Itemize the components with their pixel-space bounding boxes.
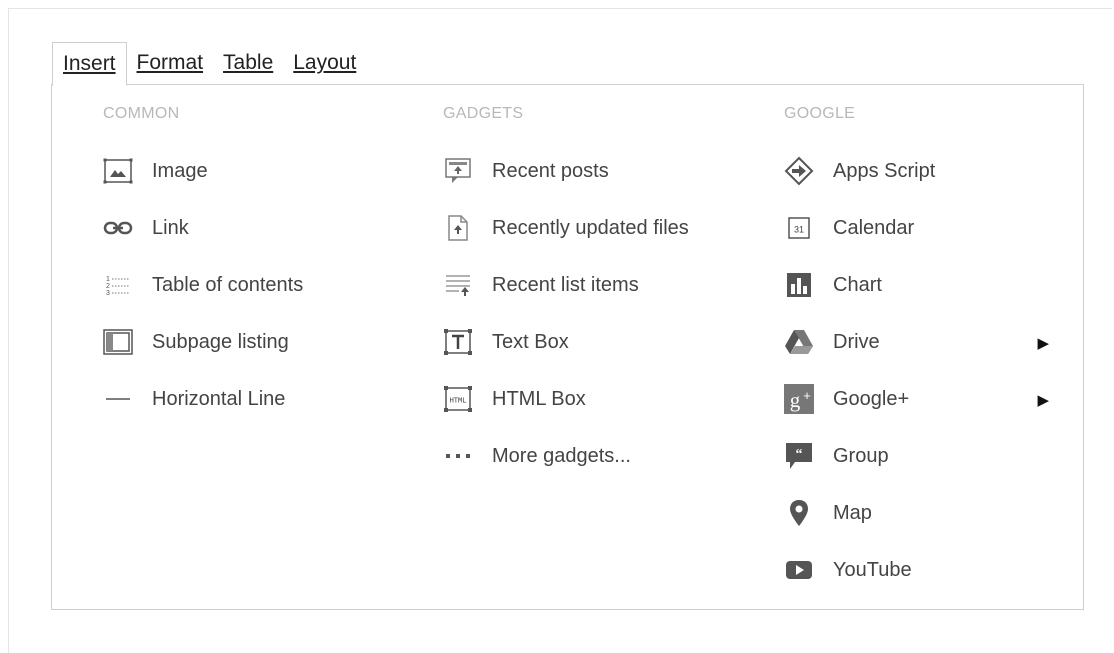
svg-text:+: + — [803, 388, 811, 403]
svg-text:g: g — [790, 388, 801, 412]
chart-icon — [783, 269, 815, 301]
drive-icon — [783, 326, 815, 358]
calendar-icon: 31 — [783, 212, 815, 244]
insert-recent-posts[interactable]: Recent posts — [442, 151, 609, 191]
insert-drive[interactable]: Drive ▶ — [783, 322, 1073, 362]
svg-text:“: “ — [796, 447, 803, 462]
horizontal-line-icon — [102, 383, 134, 415]
insert-table-of-contents[interactable]: 123 Table of contents — [102, 265, 303, 305]
menu-table[interactable]: Table — [213, 42, 283, 84]
menu-insert[interactable]: Insert — [52, 42, 127, 86]
svg-text:HTML: HTML — [450, 397, 467, 405]
calendar-day-number: 31 — [794, 225, 804, 235]
recent-posts-icon — [442, 155, 474, 187]
triangle-right-icon: ▶ — [1037, 335, 1049, 352]
insert-recent-list-items[interactable]: Recent list items — [442, 265, 639, 305]
insert-calendar[interactable]: 31 Calendar — [783, 208, 914, 248]
insert-youtube[interactable]: YouTube — [783, 550, 912, 590]
svg-text:2: 2 — [106, 283, 110, 290]
insert-recently-updated-files[interactable]: Recently updated files — [442, 208, 689, 248]
more-gadgets[interactable]: More gadgets... — [442, 436, 631, 476]
subpage-listing-icon — [102, 326, 134, 358]
menu-bar: Insert Format Table Layout — [52, 42, 366, 86]
html-box-icon: HTML — [442, 383, 474, 415]
insert-html-box[interactable]: HTML HTML Box — [442, 379, 586, 419]
insert-horizontal-line[interactable]: Horizontal Line — [102, 379, 285, 419]
apps-script-icon — [783, 155, 815, 187]
insert-subpage-listing[interactable]: Subpage listing — [102, 322, 289, 362]
insert-map[interactable]: Map — [783, 493, 872, 533]
menu-format[interactable]: Format — [127, 42, 214, 84]
insert-dropdown-panel: COMMON Image Link 123 Table of contents … — [51, 84, 1084, 610]
gadgets-heading: GADGETS — [443, 105, 524, 122]
insert-text-box[interactable]: Text Box — [442, 322, 569, 362]
svg-text:1: 1 — [106, 276, 110, 283]
insert-google-plus[interactable]: g + Google+ ▶ — [783, 379, 1073, 419]
triangle-right-icon: ▶ — [1037, 392, 1049, 409]
insert-image[interactable]: Image — [102, 151, 208, 191]
more-gadgets-icon — [442, 440, 474, 472]
recently-updated-files-icon — [442, 212, 474, 244]
group-icon: “ — [783, 440, 815, 472]
map-pin-icon — [783, 497, 815, 529]
link-icon — [102, 212, 134, 244]
insert-chart[interactable]: Chart — [783, 265, 882, 305]
youtube-icon — [783, 554, 815, 586]
google-plus-icon: g + — [783, 383, 815, 415]
common-heading: COMMON — [103, 105, 180, 122]
insert-link[interactable]: Link — [102, 208, 189, 248]
google-heading: GOOGLE — [784, 105, 856, 122]
menu-layout[interactable]: Layout — [283, 42, 366, 84]
svg-text:3: 3 — [106, 290, 110, 297]
recent-list-items-icon — [442, 269, 474, 301]
image-icon — [102, 155, 134, 187]
text-box-icon — [442, 326, 474, 358]
insert-group[interactable]: “ Group — [783, 436, 889, 476]
table-of-contents-icon: 123 — [102, 269, 134, 301]
insert-apps-script[interactable]: Apps Script — [783, 151, 935, 191]
